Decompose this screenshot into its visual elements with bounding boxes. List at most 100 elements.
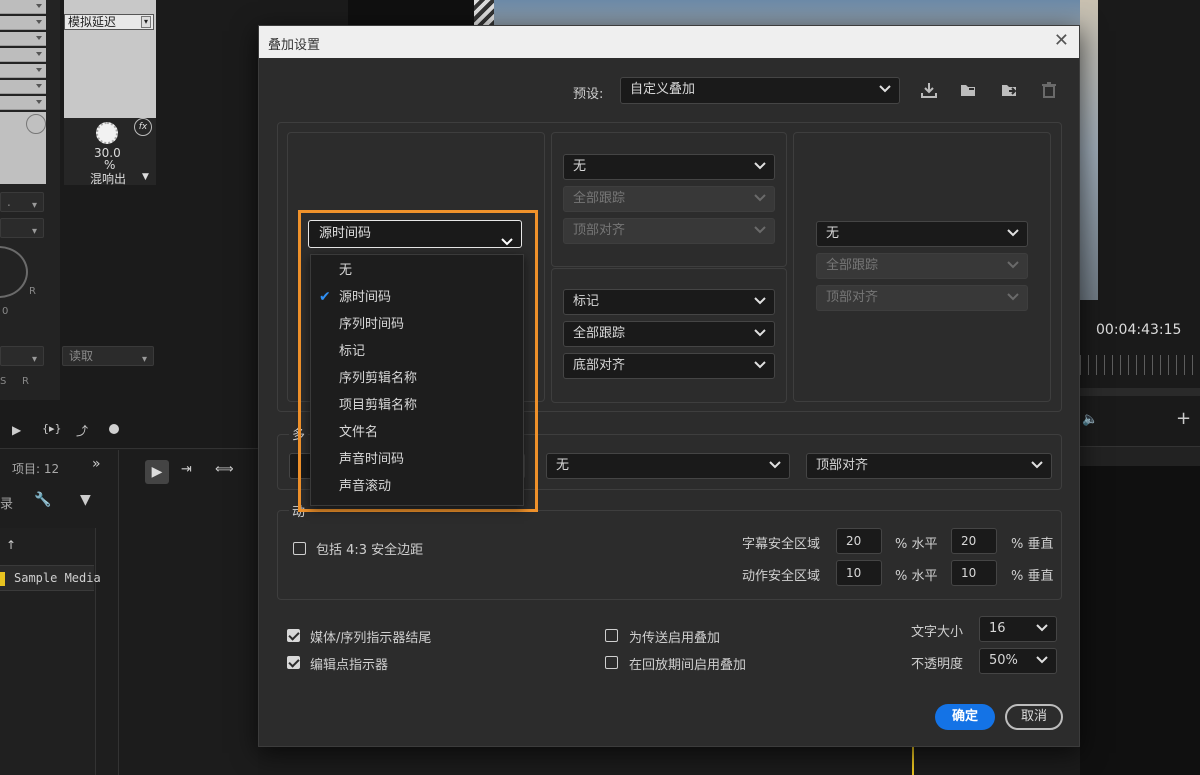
bottom-center-track-select[interactable]: 全部跟踪 — [563, 321, 775, 347]
cancel-button[interactable]: 取消 — [1005, 704, 1063, 730]
select-value: 无 — [573, 159, 587, 174]
panel-tabbar — [1080, 446, 1200, 466]
menu-item-label: 序列时间码 — [339, 317, 405, 332]
track-slot[interactable] — [0, 80, 46, 94]
sample-media-label: Sample Media — [14, 571, 101, 585]
opacity-select[interactable]: 50% — [979, 648, 1057, 674]
preset-select[interactable]: 自定义叠加 — [620, 77, 900, 104]
project-label: 项目: 12 — [12, 462, 60, 476]
stripe-pattern — [474, 0, 494, 25]
chevron-down-icon — [1036, 656, 1048, 664]
menu-item-source-timecode[interactable]: ✔ 源时间码 — [311, 284, 523, 311]
chevron-down-icon[interactable]: ▼ — [142, 172, 149, 182]
export-preset-icon[interactable] — [1000, 81, 1018, 99]
track-slot[interactable] — [0, 16, 46, 30]
save-preset-icon[interactable] — [959, 81, 977, 99]
chevron-down-icon — [754, 297, 766, 305]
program-timecode: 00:04:43:15 — [1096, 322, 1182, 338]
zero-label: 0 — [2, 306, 9, 317]
menu-item-project-clip-name[interactable]: 项目剪辑名称 — [311, 392, 523, 419]
opacity-label: 不透明度 — [911, 657, 964, 672]
media-end-checkbox[interactable] — [287, 629, 300, 642]
right-field-select[interactable]: 无 — [816, 221, 1028, 247]
dialog-title: 叠加设置 — [268, 38, 321, 53]
font-size-label: 文字大小 — [911, 625, 964, 640]
enable-transmit-checkbox[interactable] — [605, 629, 618, 642]
expand-icon[interactable]: » — [92, 456, 101, 472]
bottom-center-align-select[interactable]: 底部对齐 — [563, 353, 775, 379]
track-select[interactable]: ▾ — [0, 218, 44, 238]
play-icon[interactable]: ▶ — [12, 423, 21, 437]
font-size-select[interactable]: 16 — [979, 616, 1057, 642]
fx-icon[interactable]: fx — [134, 118, 152, 136]
menu-item-label: 无 — [339, 263, 353, 278]
menu-item-sequence-clip-name[interactable]: 序列剪辑名称 — [311, 365, 523, 392]
dialog-titlebar: 叠加设置 ✕ — [259, 26, 1079, 58]
chevron-down-icon — [754, 194, 766, 202]
delay-select[interactable]: 模拟延迟 ▾ — [64, 14, 154, 30]
playhead-marker — [912, 747, 914, 775]
wrench-icon[interactable]: 🔧 — [34, 492, 51, 508]
edit-point-checkbox[interactable] — [287, 656, 300, 669]
track-slot[interactable] — [0, 48, 46, 62]
select-value: 无 — [556, 458, 570, 473]
export-frame-icon[interactable]: ⤴ — [76, 422, 88, 439]
action-safe-vertical-input[interactable]: 10 — [951, 560, 997, 586]
action-safe-horizontal-input[interactable]: 10 — [836, 560, 882, 586]
select-value: 全部跟踪 — [573, 191, 626, 206]
menu-item-label: 声音时间码 — [339, 452, 405, 467]
selection-tool-icon[interactable]: ▶ — [145, 460, 169, 484]
record-icon[interactable] — [109, 424, 119, 434]
add-button-icon[interactable]: + — [1176, 408, 1191, 429]
include-43-checkbox[interactable] — [293, 542, 306, 555]
track-select[interactable]: ▾ — [0, 346, 44, 366]
delete-preset-icon[interactable] — [1040, 81, 1058, 99]
volume-icon[interactable]: 🔈 — [1082, 412, 1098, 427]
menu-item-none[interactable]: 无 — [311, 257, 523, 284]
chevron-down-icon — [754, 361, 766, 369]
knob-icon[interactable] — [26, 114, 46, 134]
program-monitor-edge — [348, 0, 476, 25]
ok-button[interactable]: 确定 — [935, 704, 995, 730]
track-select[interactable]: . ▾ — [0, 192, 44, 212]
filter-icon[interactable]: ▼ — [80, 492, 91, 508]
title-safe-vertical-input[interactable]: 20 — [951, 528, 997, 554]
select-value: 顶部对齐 — [826, 290, 879, 305]
bottom-center-field-select[interactable]: 标记 — [563, 289, 775, 315]
chevron-down-icon — [501, 230, 513, 256]
top-center-align-select: 顶部对齐 — [563, 218, 775, 244]
menu-item-markers[interactable]: 标记 — [311, 338, 523, 365]
track-select-tool-icon[interactable]: ⇥ — [181, 462, 192, 477]
reverb-knob-icon[interactable] — [96, 122, 118, 144]
enable-playback-checkbox[interactable] — [605, 656, 618, 669]
menu-item-sequence-timecode[interactable]: 序列时间码 — [311, 311, 523, 338]
menu-item-audio-timecode[interactable]: 声音时间码 — [311, 446, 523, 473]
title-safe-horizontal-input[interactable]: 20 — [836, 528, 882, 554]
track-slot[interactable] — [0, 0, 46, 14]
arrow-up-icon[interactable]: ↑ — [6, 538, 16, 552]
top-center-field-select[interactable]: 无 — [563, 154, 775, 180]
read-select[interactable]: 读取 ▾ — [62, 346, 154, 366]
chevron-down-icon: ▾ — [141, 16, 151, 28]
enable-playback-label: 在回放期间启用叠加 — [629, 658, 747, 673]
menu-item-file-name[interactable]: 文件名 — [311, 419, 523, 446]
enable-transmit-label: 为传送启用叠加 — [629, 631, 721, 646]
include-43-label: 包括 4:3 安全边距 — [316, 543, 424, 558]
select-value: 顶部对齐 — [816, 458, 869, 473]
track-slot[interactable] — [0, 32, 46, 46]
percent-horizontal-label: % 水平 — [895, 569, 938, 584]
top-left-field-select[interactable]: 源时间码 — [308, 220, 522, 248]
step-icon[interactable]: {▸} — [42, 422, 62, 435]
multicam-right-select[interactable]: 顶部对齐 — [806, 453, 1052, 479]
playhead-bar[interactable] — [1080, 388, 1200, 396]
ripple-edit-tool-icon[interactable]: ⟺ — [215, 462, 234, 477]
track-slot[interactable] — [0, 96, 46, 110]
chevron-down-icon — [1036, 624, 1048, 632]
list-item[interactable]: Sample Media — [0, 565, 101, 591]
close-icon[interactable]: ✕ — [1054, 31, 1069, 51]
field-dropdown-menu: 无 ✔ 源时间码 序列时间码 标记 序列剪辑名称 项目剪辑名称 文件名 声音时间码… — [310, 254, 524, 506]
track-slot[interactable] — [0, 64, 46, 78]
multicam-center-select[interactable]: 无 — [546, 453, 790, 479]
menu-item-audio-scroll[interactable]: 声音滚动 — [311, 473, 523, 500]
import-preset-icon[interactable] — [920, 81, 938, 99]
